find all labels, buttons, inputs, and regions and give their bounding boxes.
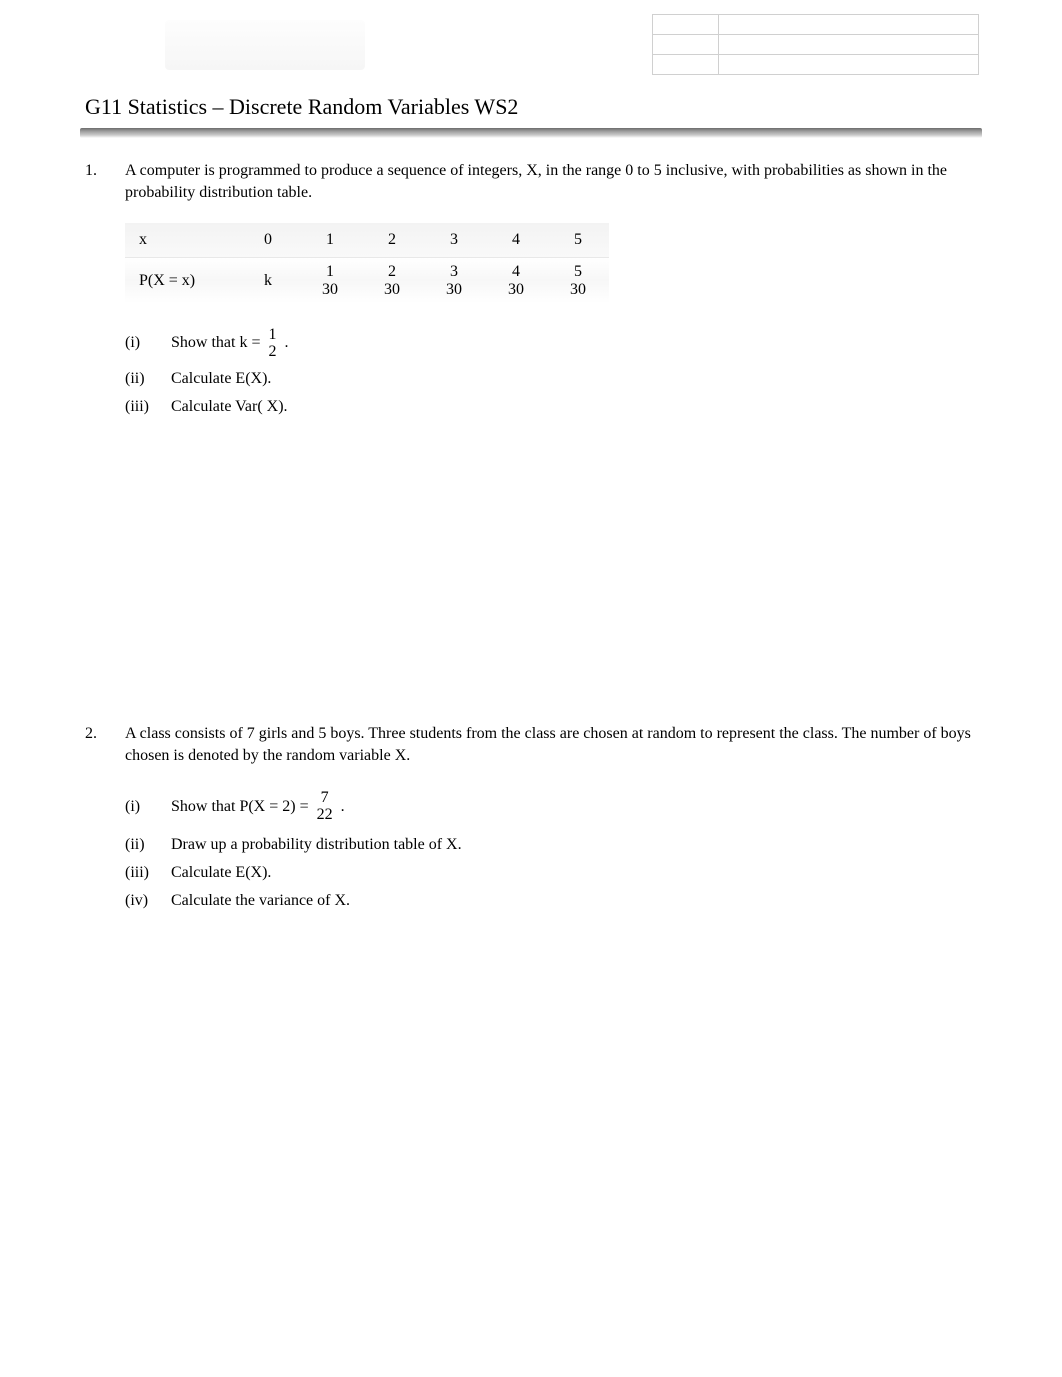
table-cell: 2 30: [361, 257, 423, 303]
part-iii: (iii) Calculate E(X).: [125, 860, 977, 884]
table-cell: 2: [361, 223, 423, 257]
question-number: 1.: [85, 160, 105, 423]
table-cell: 1 30: [299, 257, 361, 303]
table-cell: 3: [423, 223, 485, 257]
part-iii: (iii) Calculate Var( X).: [125, 395, 977, 419]
part-ii: (ii) Draw up a probability distribution …: [125, 832, 977, 856]
divider-bar: [80, 128, 982, 138]
table-cell: 5: [547, 223, 609, 257]
page-title: G11 Statistics – Discrete Random Variabl…: [85, 94, 977, 120]
question-intro: A computer is programmed to produce a se…: [125, 160, 977, 203]
question-number: 2.: [85, 723, 105, 916]
part-i: (i) Show that k = 1 2 .: [125, 323, 977, 363]
question-intro: A class consists of 7 girls and 5 boys. …: [125, 723, 977, 766]
table-cell: k: [237, 257, 299, 303]
table-cell: 1: [299, 223, 361, 257]
probability-table: x 0 1 2 3 4 5 P(X = x) k 1 30: [125, 223, 609, 303]
table-cell: 4: [485, 223, 547, 257]
part-i: (i) Show that P(X = 2) = 7 22 .: [125, 784, 977, 828]
table-cell: 5 30: [547, 257, 609, 303]
table-cell: 4 30: [485, 257, 547, 303]
header-info-table: [652, 14, 979, 75]
part-iv: (iv) Calculate the variance of X.: [125, 888, 977, 912]
question-2: 2. A class consists of 7 girls and 5 boy…: [85, 723, 977, 916]
logo-image: [165, 20, 365, 70]
table-header-x: x: [125, 223, 237, 257]
table-cell: 0: [237, 223, 299, 257]
table-cell: 3 30: [423, 257, 485, 303]
table-header-p: P(X = x): [125, 257, 237, 303]
part-ii: (ii) Calculate E(X).: [125, 367, 977, 391]
question-1: 1. A computer is programmed to produce a…: [85, 160, 977, 423]
